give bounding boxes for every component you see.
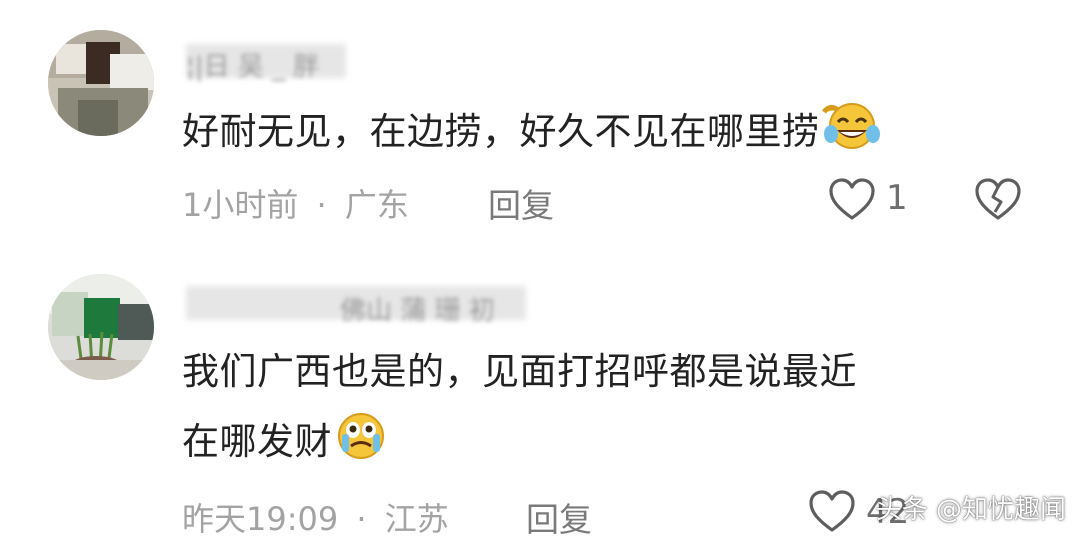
avatar[interactable] [48,274,154,380]
comment-meta: 昨天19:09 · 江苏 [182,494,449,540]
comment-text-line-2: 在哪发财 [182,410,857,474]
comment-text-line-1: 我们广西也是的，见面打招呼都是说最近 [182,350,857,393]
comment-text: 我们广西也是的，见面打招呼都是说最近 在哪发财 [182,346,857,474]
meta-separator: · [356,500,367,538]
comment-meta: 1小时前 · 广东 [182,180,409,226]
broken-heart-icon [974,178,1022,226]
username[interactable]: 佛山 蒲 珊 初 [340,290,495,327]
heart-icon [808,490,856,538]
comment-text-line-2-content: 在哪发财 [182,420,332,463]
like-count: 1 [886,178,908,218]
comment-text-content: 好耐无见，在边捞，好久不见在哪里捞 [182,110,820,153]
like-button[interactable]: 1 [828,178,928,222]
comment-time: 昨天19:09 [182,500,339,538]
comment-location: 广东 [344,186,409,224]
avatar[interactable] [48,30,154,136]
reply-button[interactable]: 回复 [526,493,592,541]
comment-1: ¦|日 吴 _ 胖 好耐无见，在边捞，好久不见在哪里捞 1小时前 · 广东 回复… [0,0,1080,250]
reply-button[interactable]: 回复 [488,179,554,227]
meta-separator: · [316,186,327,224]
laughing-crying-emoji [821,100,880,164]
watermark: 头条 @知忧趣闻 [875,495,1066,525]
crying-emoji [334,410,388,474]
heart-icon [828,178,876,226]
username[interactable]: ¦|日 吴 _ 胖 [186,46,319,83]
comment-time: 1小时前 [182,186,299,224]
dislike-button[interactable] [974,178,1022,222]
comment-location: 江苏 [384,500,449,538]
comment-text: 好耐无见，在边捞，好久不见在哪里捞 [182,100,880,164]
